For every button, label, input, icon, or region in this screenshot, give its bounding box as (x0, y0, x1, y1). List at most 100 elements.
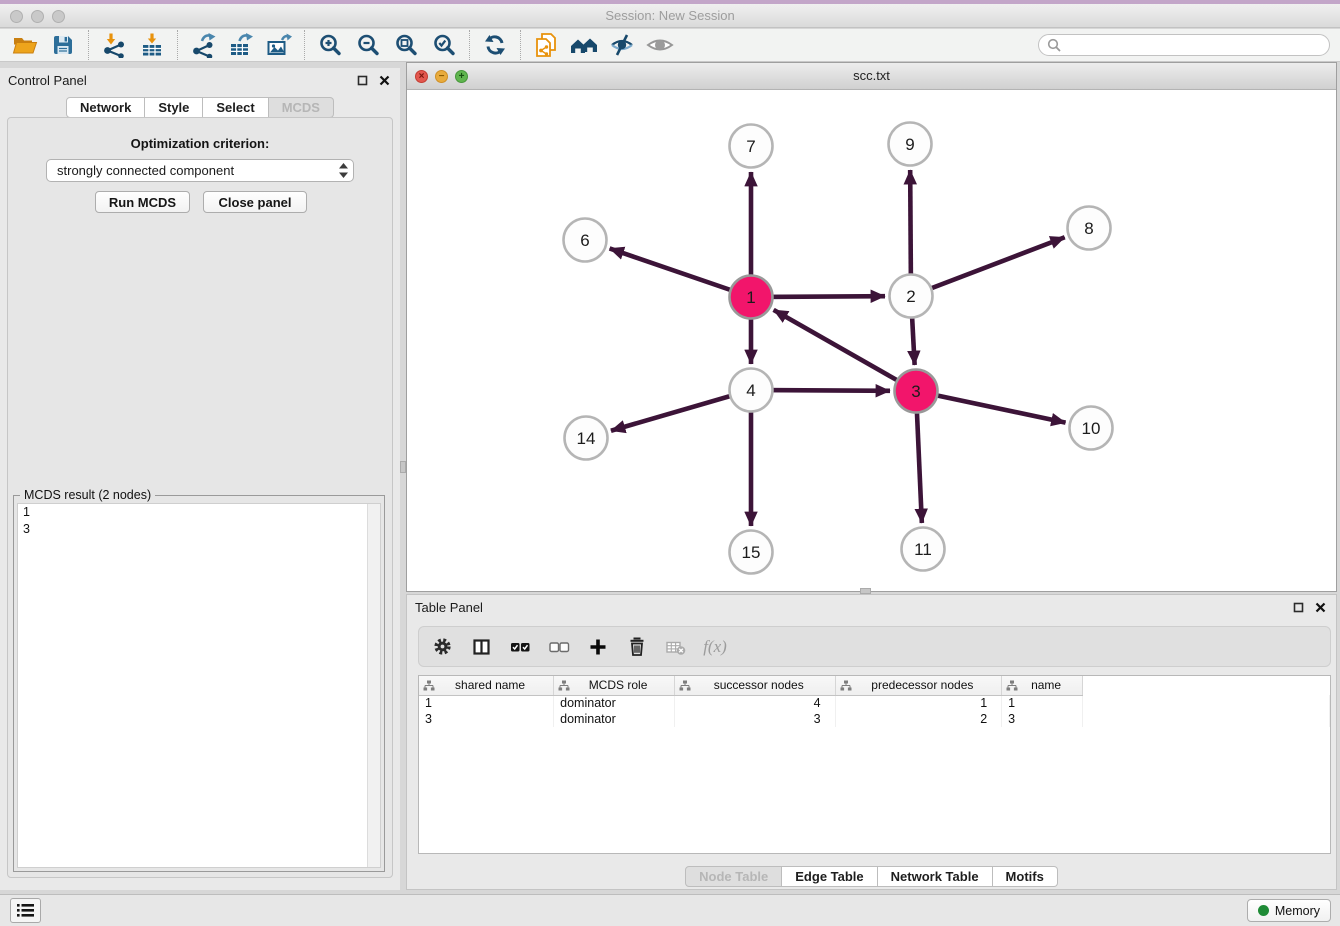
zoom-fit-icon[interactable] (390, 30, 422, 60)
import-network-icon[interactable] (98, 30, 130, 60)
export-table-icon[interactable] (225, 30, 257, 60)
node-10[interactable]: 10 (1070, 407, 1113, 450)
svg-text:3: 3 (911, 382, 920, 401)
result-scrollbar[interactable] (367, 504, 380, 867)
node-4[interactable]: 4 (730, 369, 773, 412)
memory-status-dot (1258, 905, 1269, 916)
memory-button[interactable]: Memory (1247, 899, 1331, 922)
tab-edge-table[interactable]: Edge Table (782, 866, 877, 887)
show-column-icon[interactable] (470, 636, 492, 658)
svg-text:1: 1 (746, 288, 755, 307)
table-toolbar: f(x) (418, 626, 1331, 667)
open-session-icon[interactable] (9, 30, 41, 60)
tab-mcds[interactable]: MCDS (269, 97, 334, 118)
result-item[interactable]: 3 (18, 521, 380, 538)
search-field[interactable] (1038, 34, 1330, 56)
node-6[interactable]: 6 (564, 219, 607, 262)
table-cell[interactable]: 1 (419, 695, 554, 711)
table-cell[interactable]: 2 (835, 711, 1002, 727)
toolbar-separator (177, 30, 178, 60)
node-7[interactable]: 7 (730, 125, 773, 168)
tab-node-table[interactable]: Node Table (685, 866, 782, 887)
clone-network-icon[interactable] (530, 30, 562, 60)
mcds-result-list[interactable]: 13 (17, 503, 381, 868)
table-cell[interactable]: 3 (419, 711, 554, 727)
node-2[interactable]: 2 (890, 275, 933, 318)
edge-3-1[interactable] (774, 310, 916, 391)
column-header-name[interactable]: name (1002, 676, 1083, 695)
node-3[interactable]: 3 (895, 370, 938, 413)
svg-text:10: 10 (1082, 419, 1101, 438)
zoom-selected-icon[interactable] (428, 30, 460, 60)
table-row[interactable]: 1dominator411 (419, 695, 1330, 711)
node-14[interactable]: 14 (565, 417, 608, 460)
mcds-tab-content: Optimization criterion: strongly connect… (7, 117, 393, 878)
run-mcds-button[interactable]: Run MCDS (95, 191, 190, 213)
table-cell[interactable]: 4 (674, 695, 835, 711)
float-table-panel-icon[interactable] (1290, 599, 1306, 615)
control-panel-tabs: NetworkStyleSelectMCDS (0, 97, 400, 118)
svg-text:6: 6 (580, 231, 589, 250)
task-history-button[interactable] (10, 898, 41, 923)
delete-column-icon[interactable] (626, 636, 648, 658)
tab-style[interactable]: Style (145, 97, 203, 118)
deselect-all-icon[interactable] (548, 636, 570, 658)
import-table-icon[interactable] (136, 30, 168, 60)
column-header-MCDS-role[interactable]: MCDS role (554, 676, 675, 695)
column-header-successor-nodes[interactable]: successor nodes (674, 676, 835, 695)
node-15[interactable]: 15 (730, 531, 773, 574)
add-column-icon[interactable] (587, 636, 609, 658)
show-graphics-details-icon[interactable] (644, 30, 676, 60)
network-title: scc.txt (407, 68, 1336, 83)
apply-layout-icon[interactable] (479, 30, 511, 60)
network-overview-icon[interactable] (568, 30, 600, 60)
tab-network[interactable]: Network (66, 97, 145, 118)
table-cell[interactable]: dominator (554, 711, 675, 727)
column-header-predecessor-nodes[interactable]: predecessor nodes (835, 676, 1002, 695)
hide-graphics-details-icon[interactable] (606, 30, 638, 60)
close-panel-icon[interactable] (376, 72, 392, 88)
zoom-in-icon[interactable] (314, 30, 346, 60)
table-cell-filler (1083, 695, 1330, 711)
table-cell[interactable]: 3 (674, 711, 835, 727)
tab-motifs[interactable]: Motifs (993, 866, 1058, 887)
zoom-out-icon[interactable] (352, 30, 384, 60)
optimization-criterion-select[interactable]: strongly connected component (46, 159, 354, 182)
control-panel: Control Panel NetworkStyleSelectMCDS Opt… (0, 68, 400, 890)
vertical-splitter-handle[interactable] (400, 461, 406, 473)
table-cell[interactable]: 1 (835, 695, 1002, 711)
tab-select[interactable]: Select (203, 97, 268, 118)
toolbar-separator (469, 30, 470, 60)
result-item[interactable]: 1 (18, 504, 380, 521)
node-11[interactable]: 11 (902, 528, 945, 571)
table-cell[interactable]: 3 (1002, 711, 1083, 727)
node-9[interactable]: 9 (889, 123, 932, 166)
network-frame-titlebar[interactable]: × − + scc.txt (407, 63, 1336, 90)
table-row[interactable]: 3dominator323 (419, 711, 1330, 727)
table-settings-icon[interactable] (431, 636, 453, 658)
search-input[interactable] (1066, 38, 1321, 52)
node-table[interactable]: shared nameMCDS rolesuccessor nodesprede… (419, 676, 1330, 727)
edge-3-10[interactable] (916, 391, 1066, 423)
svg-text:14: 14 (577, 429, 596, 448)
node-8[interactable]: 8 (1068, 207, 1111, 250)
float-panel-icon[interactable] (354, 72, 370, 88)
close-table-panel-icon[interactable] (1312, 599, 1328, 615)
export-image-icon[interactable] (263, 30, 295, 60)
function-builder-icon: f(x) (704, 636, 726, 658)
network-canvas[interactable]: 7 9 6 8 1 2 4 3 14 10 15 11 (407, 90, 1336, 591)
edge-2-8[interactable] (911, 237, 1065, 296)
close-panel-button[interactable]: Close panel (203, 191, 307, 213)
node-1[interactable]: 1 (730, 276, 773, 319)
export-network-icon[interactable] (187, 30, 219, 60)
svg-text:7: 7 (746, 137, 755, 156)
column-header-shared-name[interactable]: shared name (419, 676, 554, 695)
save-session-icon[interactable] (47, 30, 79, 60)
table-cell[interactable]: dominator (554, 695, 675, 711)
tab-network-table[interactable]: Network Table (878, 866, 993, 887)
svg-text:2: 2 (906, 287, 915, 306)
search-icon (1047, 38, 1061, 52)
select-all-icon[interactable] (509, 636, 531, 658)
table-cell[interactable]: 1 (1002, 695, 1083, 711)
list-icon (16, 903, 35, 918)
